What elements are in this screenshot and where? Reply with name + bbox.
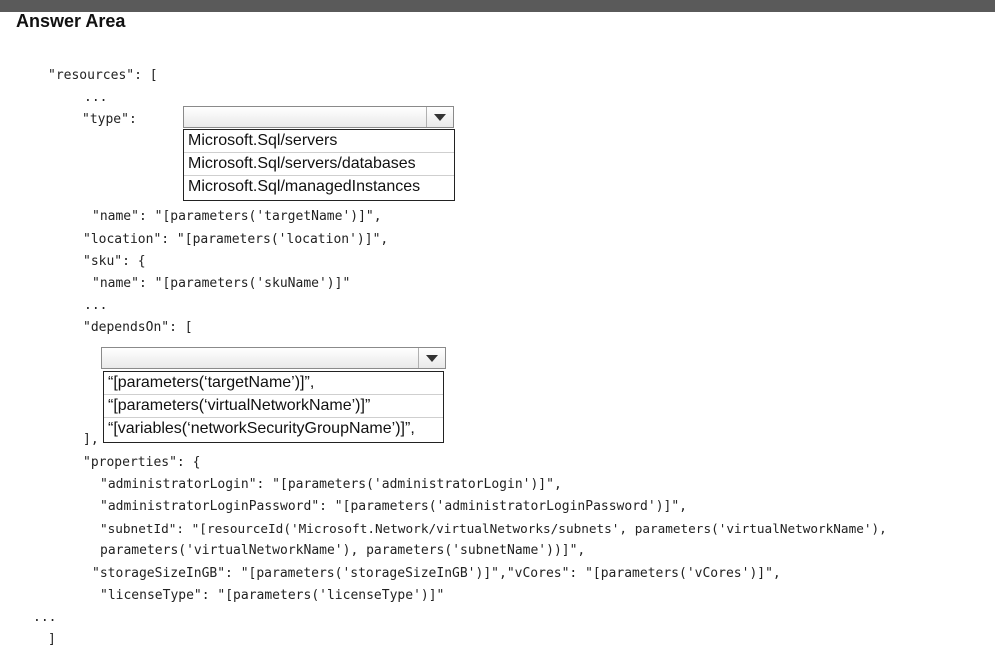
type-option-managed-instances[interactable]: Microsoft.Sql/managedInstances [184, 176, 454, 199]
code-line-dependson: "dependsOn": [ [83, 320, 193, 335]
code-line-name: "name": "[parameters('targetName')]", [92, 209, 382, 224]
chevron-down-icon [426, 354, 438, 362]
code-line-type-key: "type": [82, 112, 137, 127]
depends-option-target-name[interactable]: “[parameters(‘targetName’)]”, [104, 372, 443, 395]
depends-dropdown-options: “[parameters(‘targetName’)]”, “[paramete… [103, 371, 444, 443]
top-bar [0, 0, 995, 12]
code-line-ellipsis-3: ... [33, 610, 57, 625]
depends-option-nsg-name[interactable]: “[variables(‘networkSecurityGroupName’)]… [104, 418, 443, 441]
answer-area-title: Answer Area [16, 11, 126, 31]
depends-dropdown-toggle[interactable] [418, 348, 445, 368]
code-line-properties: "properties": { [83, 455, 201, 470]
code-line-admin-login: "administratorLogin": "[parameters('admi… [100, 477, 562, 492]
type-option-databases[interactable]: Microsoft.Sql/servers/databases [184, 153, 454, 176]
code-line-resources: "resources": [ [48, 68, 158, 83]
type-dropdown-options: Microsoft.Sql/servers Microsoft.Sql/serv… [183, 129, 455, 201]
depends-dropdown[interactable] [101, 347, 446, 369]
chevron-down-icon [434, 113, 446, 121]
type-option-servers[interactable]: Microsoft.Sql/servers [184, 130, 454, 153]
code-line-sku: "sku": { [83, 254, 146, 269]
code-line-sku-name: "name": "[parameters('skuName')]" [92, 276, 351, 291]
code-line-location: "location": "[parameters('location')]", [83, 232, 389, 247]
code-line-dependson-close: ], [83, 432, 99, 447]
depends-option-virtual-network-name[interactable]: “[parameters(‘virtualNetworkName’)]” [104, 395, 443, 418]
code-line-subnet-id: "subnetId": "[resourceId('Microsoft.Netw… [100, 521, 887, 536]
code-line-ellipsis: ... [84, 90, 108, 105]
code-line-storage-vcores: "storageSizeInGB": "[parameters('storage… [92, 566, 781, 581]
code-line-resources-close: ] [48, 632, 56, 647]
code-line-ellipsis-2: ... [84, 298, 108, 313]
code-line-admin-password: "administratorLoginPassword": "[paramete… [100, 499, 687, 514]
type-dropdown-toggle[interactable] [426, 107, 453, 127]
code-line-subnet-id-cont: parameters('virtualNetworkName'), parame… [100, 543, 586, 558]
code-line-license-type: "licenseType": "[parameters('licenseType… [100, 588, 445, 603]
type-dropdown[interactable] [183, 106, 454, 128]
